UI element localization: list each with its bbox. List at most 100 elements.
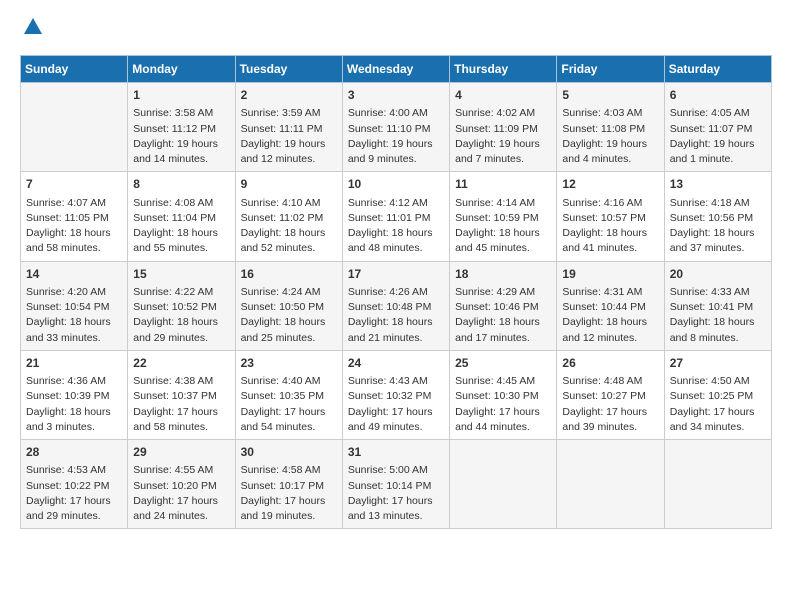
day-detail: Daylight: 18 hours — [348, 226, 444, 241]
day-detail: and 44 minutes. — [455, 420, 551, 435]
day-number: 31 — [348, 444, 444, 461]
calendar-cell: 1Sunrise: 3:58 AMSunset: 11:12 PMDayligh… — [128, 83, 235, 172]
calendar-cell: 21Sunrise: 4:36 AMSunset: 10:39 PMDaylig… — [21, 350, 128, 439]
day-detail: Daylight: 18 hours — [26, 226, 122, 241]
day-detail: Daylight: 19 hours — [348, 137, 444, 152]
day-detail: Sunset: 10:39 PM — [26, 389, 122, 404]
calendar-cell: 16Sunrise: 4:24 AMSunset: 10:50 PMDaylig… — [235, 261, 342, 350]
calendar-cell: 7Sunrise: 4:07 AMSunset: 11:05 PMDayligh… — [21, 172, 128, 261]
day-detail: and 45 minutes. — [455, 241, 551, 256]
day-number: 6 — [670, 87, 766, 104]
day-detail: and 58 minutes. — [133, 420, 229, 435]
day-number: 25 — [455, 355, 551, 372]
logo-text — [20, 16, 44, 43]
day-detail: Sunset: 10:59 PM — [455, 211, 551, 226]
day-detail: Sunrise: 4:18 AM — [670, 196, 766, 211]
calendar-cell — [557, 440, 664, 529]
day-detail: Sunrise: 4:08 AM — [133, 196, 229, 211]
day-detail: Daylight: 17 hours — [348, 494, 444, 509]
page-header — [20, 16, 772, 43]
day-detail: and 8 minutes. — [670, 331, 766, 346]
day-detail: Sunrise: 4:36 AM — [26, 374, 122, 389]
day-detail: Sunset: 10:14 PM — [348, 479, 444, 494]
day-detail: Sunset: 10:30 PM — [455, 389, 551, 404]
day-detail: Daylight: 17 hours — [133, 494, 229, 509]
logo — [20, 16, 44, 43]
day-detail: Sunset: 11:12 PM — [133, 122, 229, 137]
calendar-cell — [664, 440, 771, 529]
day-detail: and 39 minutes. — [562, 420, 658, 435]
day-number: 18 — [455, 266, 551, 283]
day-detail: Daylight: 17 hours — [241, 494, 337, 509]
day-detail: Sunrise: 4:12 AM — [348, 196, 444, 211]
calendar-cell: 25Sunrise: 4:45 AMSunset: 10:30 PMDaylig… — [450, 350, 557, 439]
day-detail: Sunrise: 4:40 AM — [241, 374, 337, 389]
day-detail: Sunset: 11:05 PM — [26, 211, 122, 226]
day-number: 11 — [455, 176, 551, 193]
day-detail: Sunset: 10:37 PM — [133, 389, 229, 404]
weekday-header-row: SundayMondayTuesdayWednesdayThursdayFrid… — [21, 56, 772, 83]
day-detail: Daylight: 17 hours — [670, 405, 766, 420]
day-detail: Daylight: 18 hours — [241, 315, 337, 330]
day-detail: Daylight: 18 hours — [241, 226, 337, 241]
day-detail: Daylight: 18 hours — [26, 315, 122, 330]
calendar-cell: 28Sunrise: 4:53 AMSunset: 10:22 PMDaylig… — [21, 440, 128, 529]
day-detail: Sunset: 10:27 PM — [562, 389, 658, 404]
day-detail: and 24 minutes. — [133, 509, 229, 524]
day-detail: Daylight: 19 hours — [455, 137, 551, 152]
day-detail: Daylight: 18 hours — [670, 315, 766, 330]
day-detail: Daylight: 19 hours — [241, 137, 337, 152]
calendar-week-row: 14Sunrise: 4:20 AMSunset: 10:54 PMDaylig… — [21, 261, 772, 350]
day-detail: Daylight: 17 hours — [241, 405, 337, 420]
day-detail: Daylight: 19 hours — [670, 137, 766, 152]
day-detail: Sunset: 11:07 PM — [670, 122, 766, 137]
day-detail: Sunrise: 4:24 AM — [241, 285, 337, 300]
day-number: 1 — [133, 87, 229, 104]
day-detail: Sunrise: 4:29 AM — [455, 285, 551, 300]
day-detail: Sunset: 10:20 PM — [133, 479, 229, 494]
day-detail: Daylight: 19 hours — [562, 137, 658, 152]
day-detail: and 19 minutes. — [241, 509, 337, 524]
day-detail: and 48 minutes. — [348, 241, 444, 256]
calendar-cell: 17Sunrise: 4:26 AMSunset: 10:48 PMDaylig… — [342, 261, 449, 350]
day-number: 2 — [241, 87, 337, 104]
weekday-header-wednesday: Wednesday — [342, 56, 449, 83]
calendar-cell: 15Sunrise: 4:22 AMSunset: 10:52 PMDaylig… — [128, 261, 235, 350]
day-detail: and 29 minutes. — [26, 509, 122, 524]
weekday-header-sunday: Sunday — [21, 56, 128, 83]
day-number: 10 — [348, 176, 444, 193]
calendar-cell: 23Sunrise: 4:40 AMSunset: 10:35 PMDaylig… — [235, 350, 342, 439]
calendar-cell — [21, 83, 128, 172]
calendar-cell: 26Sunrise: 4:48 AMSunset: 10:27 PMDaylig… — [557, 350, 664, 439]
day-detail: Daylight: 17 hours — [133, 405, 229, 420]
day-detail: Daylight: 18 hours — [348, 315, 444, 330]
day-detail: Sunrise: 4:05 AM — [670, 106, 766, 121]
day-detail: and 49 minutes. — [348, 420, 444, 435]
day-number: 17 — [348, 266, 444, 283]
day-detail: Sunrise: 4:55 AM — [133, 463, 229, 478]
calendar-cell — [450, 440, 557, 529]
day-detail: Sunrise: 4:48 AM — [562, 374, 658, 389]
day-number: 27 — [670, 355, 766, 372]
calendar-week-row: 7Sunrise: 4:07 AMSunset: 11:05 PMDayligh… — [21, 172, 772, 261]
day-detail: Sunrise: 4:33 AM — [670, 285, 766, 300]
day-detail: Sunrise: 4:31 AM — [562, 285, 658, 300]
calendar-cell: 8Sunrise: 4:08 AMSunset: 11:04 PMDayligh… — [128, 172, 235, 261]
day-detail: and 55 minutes. — [133, 241, 229, 256]
day-number: 23 — [241, 355, 337, 372]
weekday-header-thursday: Thursday — [450, 56, 557, 83]
day-detail: Sunrise: 3:58 AM — [133, 106, 229, 121]
day-detail: Sunrise: 4:38 AM — [133, 374, 229, 389]
day-detail: and 58 minutes. — [26, 241, 122, 256]
day-detail: Sunset: 10:52 PM — [133, 300, 229, 315]
day-detail: Sunrise: 4:53 AM — [26, 463, 122, 478]
day-detail: Sunrise: 4:45 AM — [455, 374, 551, 389]
weekday-header-saturday: Saturday — [664, 56, 771, 83]
day-detail: and 33 minutes. — [26, 331, 122, 346]
day-detail: and 13 minutes. — [348, 509, 444, 524]
weekday-header-monday: Monday — [128, 56, 235, 83]
day-detail: Sunset: 10:25 PM — [670, 389, 766, 404]
day-detail: Daylight: 18 hours — [26, 405, 122, 420]
day-detail: and 7 minutes. — [455, 152, 551, 167]
calendar-cell: 13Sunrise: 4:18 AMSunset: 10:56 PMDaylig… — [664, 172, 771, 261]
